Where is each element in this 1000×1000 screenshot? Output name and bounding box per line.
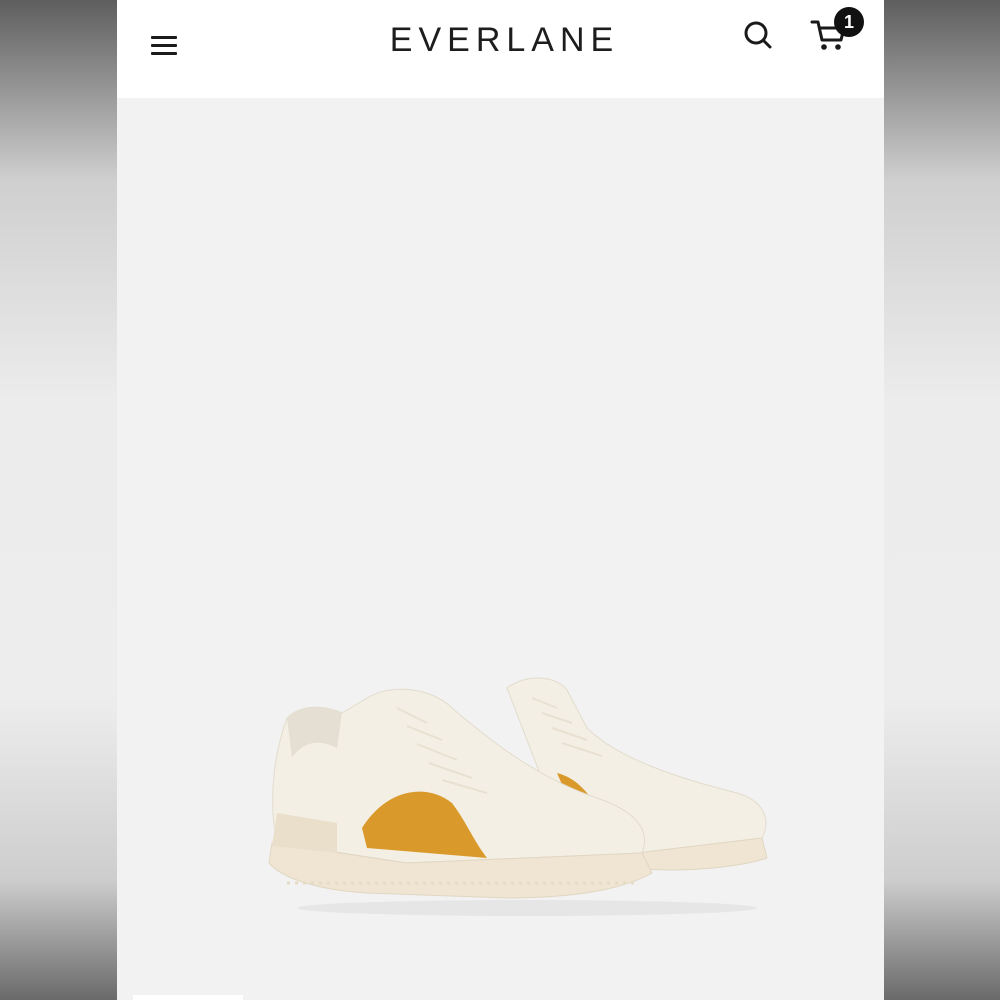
sneaker-image <box>268 677 768 916</box>
carousel-indicator[interactable] <box>133 995 243 1000</box>
cart-count-badge: 1 <box>834 7 864 37</box>
hamburger-menu-icon <box>151 36 177 39</box>
search-button[interactable] <box>741 18 775 52</box>
search-icon <box>744 21 772 49</box>
site-header: EVERLANE 1 <box>117 0 884 98</box>
product-image[interactable] <box>117 98 884 1000</box>
menu-button[interactable] <box>147 30 181 60</box>
brand-logo[interactable]: EVERLANE <box>317 18 692 62</box>
mobile-page: EVERLANE 1 <box>117 0 884 1000</box>
